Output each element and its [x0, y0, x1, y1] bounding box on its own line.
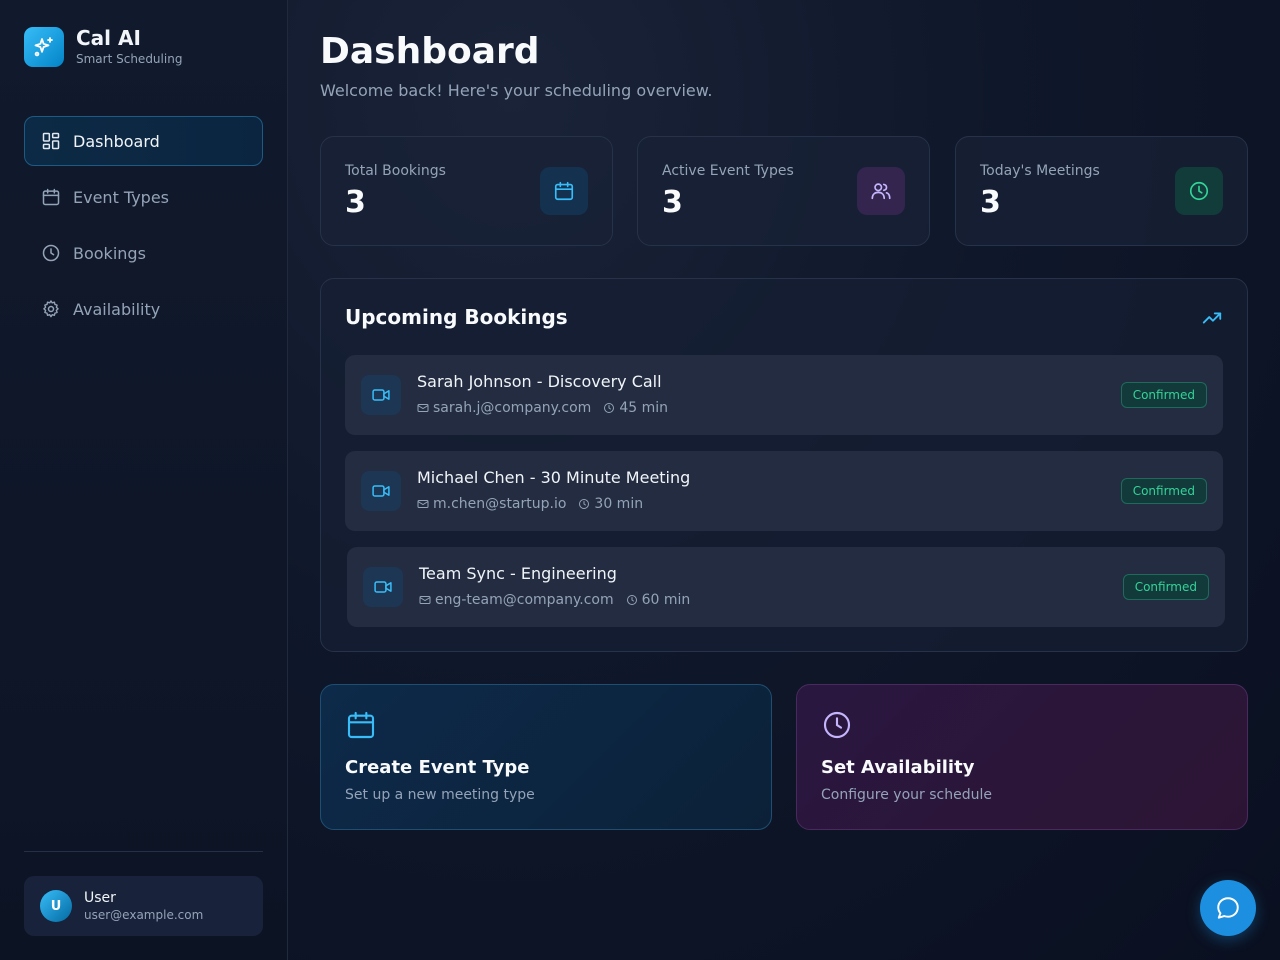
stat-value: 3	[662, 185, 683, 220]
booking-email: sarah.j@company.com	[433, 400, 592, 416]
action-title: Set Availability	[821, 757, 975, 778]
booking-title: Michael Chen - 30 Minute Meeting	[417, 468, 691, 487]
sidebar: Cal AI Smart Scheduling Dashboard Event …	[0, 0, 288, 960]
stat-label: Total Bookings	[345, 163, 446, 179]
sidebar-item-bookings[interactable]: Bookings	[24, 228, 263, 278]
action-title: Create Event Type	[345, 757, 530, 778]
sidebar-item-label: Availability	[73, 299, 161, 319]
sidebar-item-event-types[interactable]: Event Types	[24, 172, 263, 222]
booking-item[interactable]: Sarah Johnson - Discovery Call sarah.j@c…	[345, 355, 1223, 435]
chat-bubble-icon	[1217, 897, 1239, 919]
set-availability-card[interactable]: Set Availability Configure your schedule	[796, 684, 1248, 830]
brand-name: Cal AI	[76, 26, 141, 50]
status-badge: Confirmed	[1120, 382, 1207, 408]
stat-label: Today's Meetings	[980, 163, 1100, 179]
create-event-type-card[interactable]: Create Event Type Set up a new meeting t…	[320, 684, 772, 830]
clock-icon	[1175, 167, 1223, 215]
booking-meta: m.chen@startup.io 30 min	[417, 496, 655, 512]
chat-button[interactable]	[1200, 880, 1256, 936]
video-icon	[361, 471, 401, 511]
gear-icon	[41, 299, 61, 319]
clock-icon	[579, 499, 590, 509]
booking-item[interactable]: Team Sync - Engineering eng-team@company…	[347, 547, 1225, 627]
calendar-icon	[41, 187, 61, 207]
sidebar-item-label: Event Types	[73, 187, 170, 207]
stat-card-active-event-types: Active Event Types 3	[637, 136, 930, 246]
dashboard-grid-icon	[41, 131, 61, 151]
user-name: User	[84, 890, 116, 906]
calendar-icon	[540, 167, 588, 215]
booking-duration: 30 min	[594, 496, 644, 512]
brand-subtitle: Smart Scheduling	[76, 52, 183, 66]
booking-title: Sarah Johnson - Discovery Call	[417, 372, 662, 391]
section-title: Upcoming Bookings	[345, 305, 568, 329]
stat-value: 3	[345, 185, 366, 220]
action-subtitle: Configure your schedule	[821, 787, 992, 803]
calendar-icon	[345, 709, 377, 741]
stat-card-todays-meetings: Today's Meetings 3	[955, 136, 1248, 246]
sidebar-item-dashboard[interactable]: Dashboard	[24, 116, 263, 166]
sidebar-item-label: Dashboard	[73, 131, 160, 151]
stat-value: 3	[980, 185, 1001, 220]
brand[interactable]: Cal AI Smart Scheduling	[24, 26, 182, 67]
status-badge: Confirmed	[1120, 478, 1207, 504]
avatar: U	[40, 890, 72, 922]
upcoming-bookings-panel: Upcoming Bookings Sarah Johnson - Discov…	[320, 278, 1248, 652]
user-email: user@example.com	[84, 908, 204, 922]
booking-meta: sarah.j@company.com 45 min	[417, 400, 680, 416]
clock-icon	[604, 403, 615, 413]
booking-duration: 45 min	[619, 400, 668, 416]
video-icon	[361, 375, 401, 415]
user-card[interactable]: U User user@example.com	[24, 876, 263, 936]
mail-icon	[419, 596, 431, 604]
video-icon	[363, 567, 403, 607]
clock-icon	[41, 243, 61, 263]
sidebar-item-label: Bookings	[73, 243, 146, 263]
mail-icon	[417, 500, 429, 508]
status-badge: Confirmed	[1122, 574, 1209, 600]
stat-card-total-bookings: Total Bookings 3	[320, 136, 613, 246]
booking-email: eng-team@company.com	[435, 592, 614, 608]
booking-email: m.chen@startup.io	[433, 496, 567, 512]
sidebar-divider	[24, 851, 263, 852]
sparkles-icon	[24, 26, 64, 67]
action-subtitle: Set up a new meeting type	[345, 787, 535, 803]
page-subtitle: Welcome back! Here's your scheduling ove…	[320, 81, 713, 100]
stats-row: Total Bookings 3 Active Event Types 3 To…	[320, 136, 1248, 246]
sidebar-nav: Dashboard Event Types Bookings Availabil…	[24, 116, 263, 340]
users-icon	[857, 167, 905, 215]
booking-title: Team Sync - Engineering	[419, 564, 617, 583]
clock-icon	[626, 595, 637, 605]
stat-label: Active Event Types	[662, 163, 794, 179]
booking-duration: 60 min	[641, 592, 691, 608]
booking-item[interactable]: Michael Chen - 30 Minute Meeting m.chen@…	[345, 451, 1223, 531]
sidebar-item-availability[interactable]: Availability	[24, 284, 263, 334]
mail-icon	[417, 404, 429, 412]
page-title: Dashboard	[320, 31, 540, 72]
clock-icon	[821, 709, 853, 741]
booking-meta: eng-team@company.com 60 min	[419, 592, 702, 608]
trending-up-icon	[1201, 307, 1223, 329]
